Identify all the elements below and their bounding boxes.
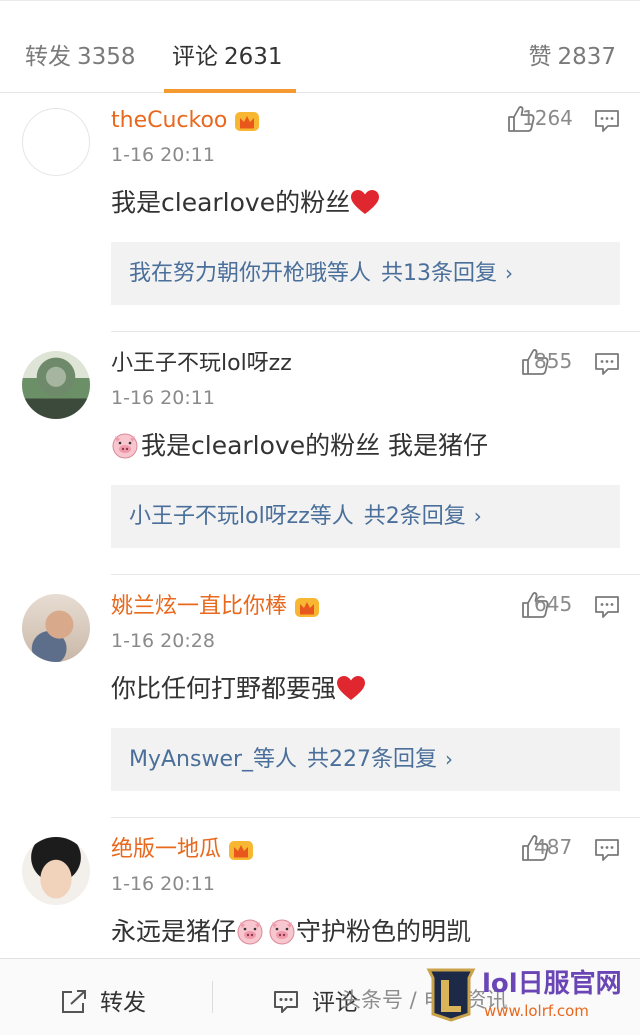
share-icon bbox=[62, 990, 86, 1013]
avatar[interactable] bbox=[22, 351, 90, 419]
tab-forward[interactable]: 转发 3358 bbox=[25, 37, 136, 71]
tab-like-count: 2837 bbox=[557, 44, 616, 70]
comment-bubble-icon[interactable] bbox=[594, 594, 620, 620]
comment-item: 姚兰炫一直比你棒 1-16 20:28 你比任何打野都要强 645 MyAnsw… bbox=[0, 580, 640, 820]
username-text: 绝版一地瓜 bbox=[111, 837, 222, 862]
reply-summary[interactable]: MyAnswer_等人 共227条回复 › bbox=[111, 728, 620, 791]
like-count: 1264 bbox=[522, 106, 573, 130]
crown-icon bbox=[295, 598, 320, 617]
crown-icon bbox=[235, 112, 260, 131]
tab-comment-label: 评论 bbox=[172, 44, 218, 70]
comment-text: 我是clearlove的粉丝 bbox=[111, 186, 380, 220]
divider bbox=[111, 331, 640, 332]
pig-emoji-icon bbox=[112, 433, 138, 459]
comment-text: 永远是猪仔 守护粉色的明凯 bbox=[111, 915, 471, 949]
avatar[interactable] bbox=[22, 594, 90, 662]
reply-who: 我在努力朝你开枪哦等人 bbox=[129, 261, 372, 286]
crown-icon bbox=[229, 841, 254, 860]
comment-username[interactable]: 小王子不玩lol呀zz bbox=[111, 349, 292, 379]
divider bbox=[212, 981, 213, 1013]
username-text: 小王子不玩lol呀zz bbox=[111, 351, 292, 376]
tab-like-label: 赞 bbox=[528, 44, 552, 70]
comment-bubble-icon[interactable] bbox=[594, 351, 620, 377]
reply-who: 小王子不玩lol呀zz等人 bbox=[129, 504, 354, 529]
reply-who: MyAnswer_等人 bbox=[129, 747, 298, 772]
like-count: 855 bbox=[534, 349, 573, 373]
comment-text-content: 我是clearlove的粉丝 我是猪仔 bbox=[141, 431, 489, 460]
reply-count: 共2条回复 bbox=[363, 504, 466, 529]
like-count: 645 bbox=[534, 592, 573, 616]
comment-time: 1-16 20:28 bbox=[111, 630, 215, 652]
lol-logo-icon bbox=[426, 968, 476, 1022]
avatar[interactable] bbox=[22, 837, 90, 905]
comment-text: 你比任何打野都要强 bbox=[111, 672, 366, 706]
reply-count: 共227条回复 bbox=[307, 747, 438, 772]
username-text: 姚兰炫一直比你棒 bbox=[111, 594, 288, 619]
forward-label: 转发 bbox=[100, 990, 146, 1016]
tab-comment-count: 2631 bbox=[224, 44, 283, 70]
divider bbox=[111, 817, 640, 818]
comment-username[interactable]: 绝版一地瓜 bbox=[111, 835, 255, 865]
tab-forward-count: 3358 bbox=[77, 44, 136, 70]
tab-comment[interactable]: 评论 2631 bbox=[172, 37, 283, 71]
tab-forward-label: 转发 bbox=[25, 44, 71, 70]
comment-time: 1-16 20:11 bbox=[111, 144, 215, 166]
comment-text-before: 永远是猪仔 bbox=[111, 917, 237, 946]
tab-like[interactable]: 赞 2837 bbox=[528, 37, 616, 71]
comment-text-after: 守护粉色的明凯 bbox=[296, 917, 472, 946]
active-tab-indicator bbox=[164, 89, 296, 93]
comment-time: 1-16 20:11 bbox=[111, 873, 215, 895]
tab-bar: 转发 3358 评论 2631 赞 2837 bbox=[0, 0, 640, 93]
heart-emoji-icon bbox=[337, 676, 366, 700]
comment-username[interactable]: 姚兰炫一直比你棒 bbox=[111, 592, 321, 622]
comment-item: 绝版一地瓜 1-16 20:11 永远是猪仔 守护粉色的明凯 487 bbox=[0, 823, 640, 958]
comment-text-content: 我是clearlove的粉丝 bbox=[111, 188, 351, 217]
comment-text-content: 你比任何打野都要强 bbox=[111, 674, 337, 703]
chevron-right-icon: › bbox=[445, 747, 454, 771]
like-count: 487 bbox=[534, 835, 573, 859]
reply-summary[interactable]: 我在努力朝你开枪哦等人 共13条回复 › bbox=[111, 242, 620, 305]
comment-text: 我是clearlove的粉丝 我是猪仔 bbox=[111, 429, 488, 463]
divider bbox=[111, 574, 640, 575]
pig-emoji-icon bbox=[269, 919, 295, 945]
comment-bubble-icon[interactable] bbox=[594, 837, 620, 863]
forward-button[interactable]: 转发 bbox=[60, 983, 146, 1017]
brand-name: lol日服官网 bbox=[482, 969, 622, 999]
comment-item: theCuckoo 1-16 20:11 我是clearlove的粉丝 1264… bbox=[0, 94, 640, 334]
reply-summary[interactable]: 小王子不玩lol呀zz等人 共2条回复 › bbox=[111, 485, 620, 548]
avatar[interactable] bbox=[22, 108, 90, 176]
brand-url: www.lolrf.com bbox=[484, 1002, 589, 1020]
comment-item: 小王子不玩lol呀zz 1-16 20:11 我是clearlove的粉丝 我是… bbox=[0, 337, 640, 577]
username-text: theCuckoo bbox=[111, 108, 228, 133]
chevron-right-icon: › bbox=[473, 504, 482, 528]
comment-bubble-icon[interactable] bbox=[594, 108, 620, 134]
comment-username[interactable]: theCuckoo bbox=[111, 106, 261, 136]
comment-bubble-icon bbox=[274, 991, 298, 1013]
comment-time: 1-16 20:11 bbox=[111, 387, 215, 409]
pig-emoji-icon bbox=[237, 919, 263, 945]
chevron-right-icon: › bbox=[505, 261, 514, 285]
reply-count: 共13条回复 bbox=[381, 261, 498, 286]
heart-emoji-icon bbox=[351, 190, 380, 214]
